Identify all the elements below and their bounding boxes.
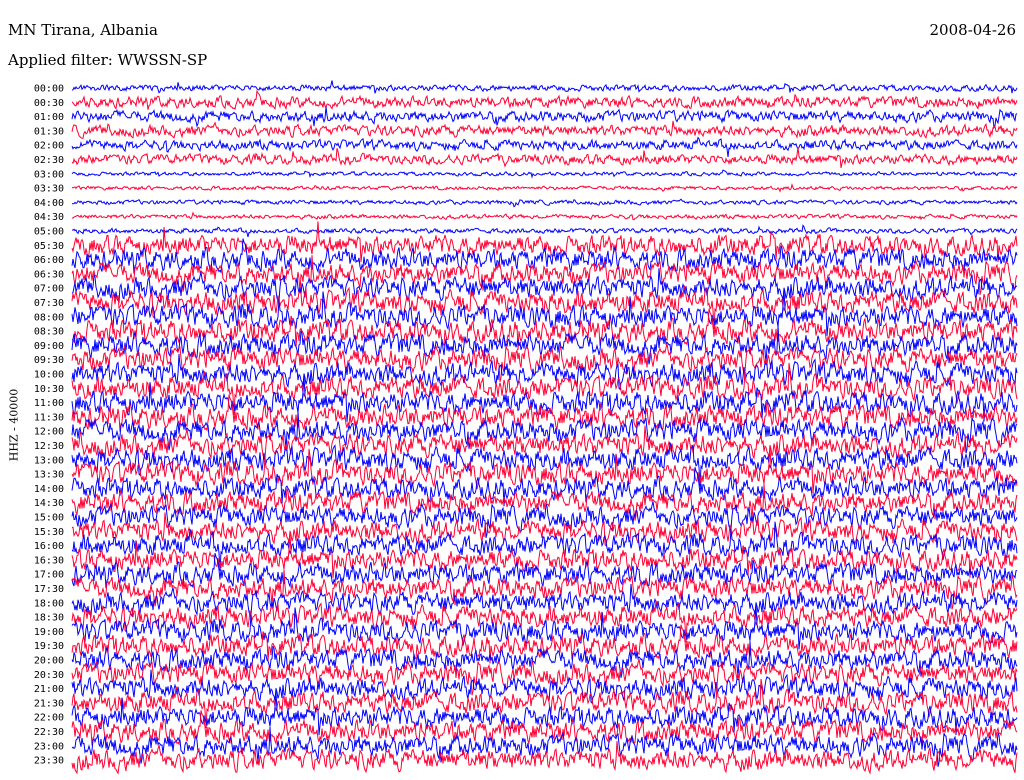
trace-row-0330	[71, 183, 1018, 193]
trace-row-0030	[71, 89, 1018, 111]
time-tick-label: 14:00	[34, 484, 64, 495]
time-tick-label: 05:30	[34, 241, 64, 252]
time-tick-label: 15:30	[34, 527, 64, 538]
time-tick-label: 11:30	[34, 412, 64, 423]
time-tick-label: 16:00	[34, 541, 64, 552]
time-tick-label: 05:00	[34, 227, 64, 238]
time-tick-label: 17:00	[34, 570, 64, 581]
time-tick-label: 10:30	[34, 384, 64, 395]
time-tick-label: 09:00	[34, 341, 64, 352]
time-tick-label: 03:30	[34, 184, 64, 195]
time-tick-labels: 00:00 00:30 01:00 01:30 02:00 02:30 03:00 03:30…	[34, 84, 64, 767]
time-tick-label: 21:30	[34, 698, 64, 709]
time-tick-label: 07:30	[34, 298, 64, 309]
time-tick-label: 00:00	[34, 84, 64, 95]
time-tick-label: 18:30	[34, 613, 64, 624]
trace-row-0530	[71, 221, 1018, 263]
time-tick-label: 10:00	[34, 370, 64, 381]
time-tick-label: 06:00	[34, 255, 64, 266]
trace-row-0500	[71, 224, 1018, 238]
time-tick-label: 23:30	[34, 756, 64, 767]
time-tick-label: 12:30	[34, 441, 64, 452]
trace-row-0230	[71, 147, 1018, 169]
time-tick-label: 23:00	[34, 741, 64, 752]
trace-row-0300	[71, 169, 1018, 179]
time-tick-label: 04:30	[34, 212, 64, 223]
trace-row-0430	[71, 211, 1018, 221]
time-tick-label: 19:00	[34, 627, 64, 638]
time-tick-label: 22:00	[34, 713, 64, 724]
time-tick-label: 09:30	[34, 355, 64, 366]
time-tick-label: 02:30	[34, 155, 64, 166]
time-tick-label: 03:00	[34, 169, 64, 180]
trace-row-0200	[71, 136, 1018, 158]
time-tick-label: 13:00	[34, 455, 64, 466]
time-tick-label: 20:30	[34, 670, 64, 681]
time-tick-label: 12:00	[34, 427, 64, 438]
time-tick-label: 20:00	[34, 656, 64, 667]
trace-row-0130	[71, 120, 1018, 139]
trace-row-0400	[72, 198, 1018, 208]
time-tick-label: 04:00	[34, 198, 64, 209]
time-tick-label: 19:30	[34, 641, 64, 652]
time-tick-label: 14:30	[34, 498, 64, 509]
time-tick-label: 17:30	[34, 584, 64, 595]
time-tick-label: 08:00	[34, 312, 64, 323]
time-tick-label: 22:30	[34, 727, 64, 738]
time-tick-label: 18:00	[34, 598, 64, 609]
time-tick-label: 07:00	[34, 284, 64, 295]
time-tick-label: 06:30	[34, 269, 64, 280]
time-tick-label: 00:30	[34, 98, 64, 109]
helicorder-plot: 00:00 00:30 01:00 01:30 02:00 02:30 03:00 03:30…	[34, 80, 1018, 775]
time-tick-label: 11:00	[34, 398, 64, 409]
time-tick-label: 08:30	[34, 327, 64, 338]
time-tick-label: 02:00	[34, 141, 64, 152]
time-tick-label: 15:00	[34, 513, 64, 524]
seismic-traces	[71, 80, 1018, 775]
time-tick-label: 01:30	[34, 126, 64, 137]
time-tick-label: 01:00	[34, 112, 64, 123]
time-tick-label: 16:30	[34, 555, 64, 566]
trace-row-0000	[71, 80, 1018, 94]
time-tick-label: 21:00	[34, 684, 64, 695]
time-tick-label: 13:30	[34, 470, 64, 481]
